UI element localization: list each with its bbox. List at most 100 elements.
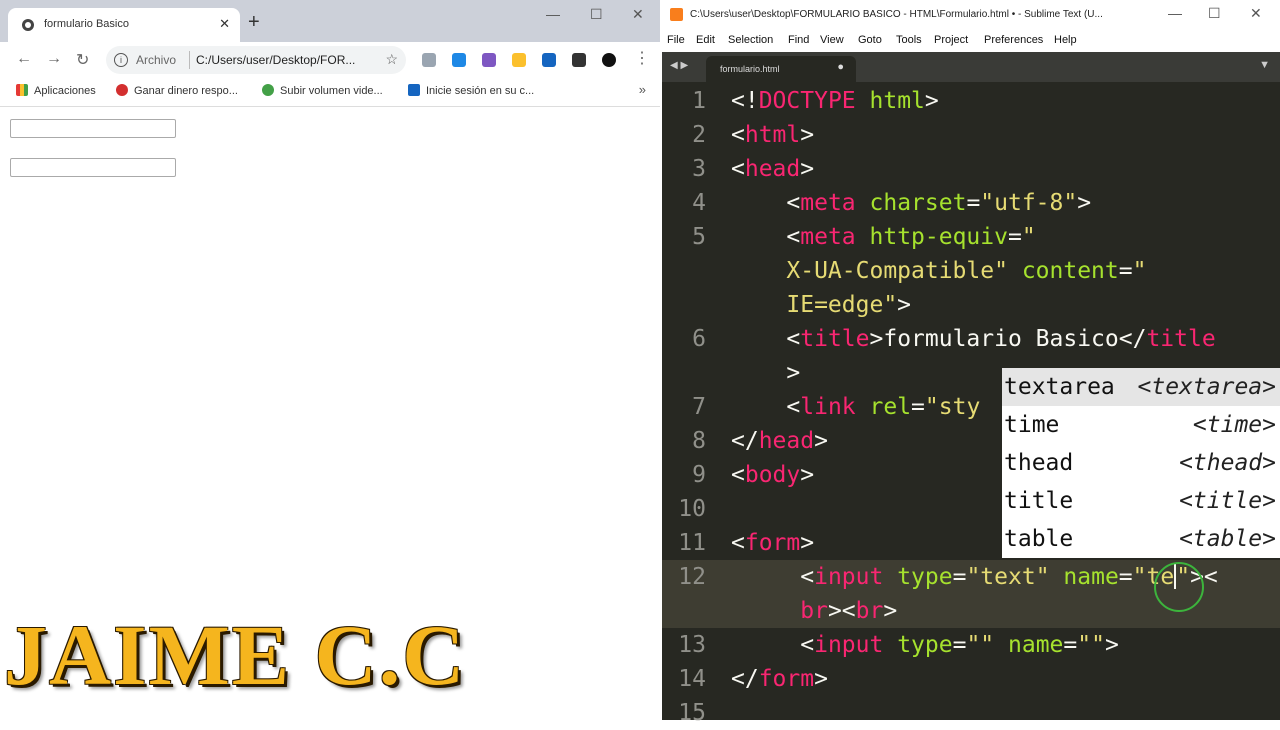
menu-find[interactable]: Find (788, 34, 809, 46)
menu-bar: File Edit Selection Find View Goto Tools… (662, 30, 1280, 52)
menu-preferences[interactable]: Preferences (984, 34, 1043, 46)
line-number: 4 (692, 190, 706, 216)
code-line: <html> (731, 122, 815, 148)
address-bar[interactable]: i Archivo C:/Users/user/Desktop/FOR... ☆ (106, 46, 406, 74)
menu-goto[interactable]: Goto (858, 34, 882, 46)
menu-view[interactable]: View (820, 34, 844, 46)
unsaved-dot-icon[interactable]: ● (837, 61, 844, 73)
autocomplete-item[interactable]: textarea <textarea> (1002, 368, 1280, 406)
url-scheme: Archivo (136, 53, 177, 67)
bookmarks-bar: Aplicaciones Ganar dinero respo... Subir… (0, 78, 660, 107)
extension-icon[interactable] (512, 53, 526, 67)
extension-icon[interactable] (542, 53, 556, 67)
bookmark-item[interactable]: Ganar dinero respo... (116, 84, 238, 97)
minimize-icon[interactable]: — (546, 6, 560, 22)
line-number: 14 (678, 666, 706, 692)
bookmark-favicon-icon (262, 84, 274, 96)
extension-icon[interactable] (452, 53, 466, 67)
maximize-icon[interactable]: ☐ (590, 6, 603, 23)
sublime-logo-icon (670, 8, 683, 21)
code-line: <input type="" name=""> (731, 632, 1119, 658)
bookmark-item[interactable]: Subir volumen vide... (262, 84, 383, 97)
line-number: 9 (692, 462, 706, 488)
close-window-icon[interactable]: ✕ (1250, 5, 1262, 22)
autocomplete-item[interactable]: time <time> (1002, 406, 1280, 444)
editor-tab-label: formulario.html (720, 64, 780, 74)
code-line: </form> (731, 666, 828, 692)
code-line: X-UA-Compatible" content=" (731, 258, 1147, 284)
code-line: <meta http-equiv=" (731, 224, 1036, 250)
text-input[interactable] (10, 158, 176, 177)
line-number: 1 (692, 88, 706, 114)
bookmark-favicon-icon (116, 84, 128, 96)
more-bookmarks-icon[interactable]: » (639, 82, 646, 97)
globe-icon (22, 19, 34, 31)
code-line: <body> (731, 462, 815, 488)
bookmark-star-icon[interactable]: ☆ (385, 51, 398, 68)
tab-title: formulario Basico (44, 18, 129, 30)
watermark-logo: JAIME C.C (4, 607, 467, 703)
tab-strip: formulario Basico ✕ + — ☐ ✕ (0, 0, 660, 42)
code-line: <head> (731, 156, 815, 182)
maximize-icon[interactable]: ☐ (1208, 5, 1221, 22)
menu-edit[interactable]: Edit (696, 34, 715, 46)
forward-icon[interactable]: → (46, 50, 62, 68)
puzzle-icon[interactable] (572, 53, 586, 67)
extension-icon[interactable] (422, 53, 436, 67)
paypal-icon (408, 84, 420, 96)
info-icon[interactable]: i (114, 53, 128, 67)
close-window-icon[interactable]: ✕ (632, 6, 644, 23)
editor-tab-bar: ◀ ▶ formulario.html ● ▼ (662, 52, 1280, 82)
line-number: 6 (692, 326, 706, 352)
code-line: <title>formulario Basico</title (731, 326, 1216, 352)
line-number: 8 (692, 428, 706, 454)
browser-toolbar: ← → ↻ i Archivo C:/Users/user/Desktop/FO… (0, 42, 660, 78)
autocomplete-item[interactable]: title <title> (1002, 482, 1280, 520)
line-number: 2 (692, 122, 706, 148)
window-title: C:\Users\user\Desktop\FORMULARIO BASICO … (690, 9, 1103, 20)
line-number: 3 (692, 156, 706, 182)
editor-titlebar: C:\Users\user\Desktop\FORMULARIO BASICO … (662, 0, 1280, 30)
autocomplete-item[interactable]: table <table> (1002, 520, 1280, 558)
tab-dropdown-icon[interactable]: ▼ (1259, 59, 1270, 71)
tab-nav-arrows-icon[interactable]: ◀ ▶ (670, 60, 688, 71)
apps-icon (16, 84, 28, 96)
line-number: 7 (692, 394, 706, 420)
bookmark-item[interactable]: Inicie sesión en su c... (408, 84, 534, 97)
code-line: IE=edge"> (731, 292, 912, 318)
autocomplete-item[interactable]: thead <thead> (1002, 444, 1280, 482)
menu-help[interactable]: Help (1054, 34, 1077, 46)
line-number: 12 (678, 564, 706, 590)
menu-selection[interactable]: Selection (728, 34, 773, 46)
autocomplete-popup: textarea <textarea> time <time> thead <t… (1002, 368, 1280, 558)
code-editor[interactable]: 1 2 3 4 5 6 7 8 9 10 11 12 13 14 15 <!DO… (662, 82, 1280, 726)
line-number: 5 (692, 224, 706, 250)
browser-tab[interactable]: formulario Basico ✕ (8, 8, 240, 42)
menu-icon[interactable]: ⋮ (634, 48, 650, 68)
back-icon[interactable]: ← (16, 50, 32, 68)
code-line: </head> (731, 428, 828, 454)
extension-icon[interactable] (482, 53, 496, 67)
menu-file[interactable]: File (667, 34, 685, 46)
close-tab-icon[interactable]: ✕ (219, 16, 230, 32)
reload-icon[interactable]: ↻ (76, 50, 89, 70)
minimize-icon[interactable]: — (1168, 5, 1182, 21)
mouse-cursor-highlight-icon (1154, 562, 1204, 612)
code-line: <form> (731, 530, 815, 556)
url-text[interactable]: C:/Users/user/Desktop/FOR... (196, 53, 355, 67)
code-line: <link rel="sty (731, 394, 981, 420)
line-number: 13 (678, 632, 706, 658)
code-line: <input type="text" name="te">< (731, 563, 1218, 590)
menu-tools[interactable]: Tools (896, 34, 922, 46)
code-line: > (731, 360, 801, 386)
bookmark-item[interactable]: Aplicaciones (16, 84, 96, 97)
code-line: <meta charset="utf-8"> (731, 190, 1092, 216)
code-line: <!DOCTYPE html> (731, 88, 939, 114)
profile-icon[interactable] (602, 53, 616, 67)
editor-tab[interactable]: formulario.html ● (706, 56, 856, 82)
line-number: 11 (678, 530, 706, 556)
new-tab-button[interactable]: + (248, 12, 260, 32)
line-number: 15 (678, 700, 706, 726)
text-input[interactable] (10, 119, 176, 138)
menu-project[interactable]: Project (934, 34, 968, 46)
